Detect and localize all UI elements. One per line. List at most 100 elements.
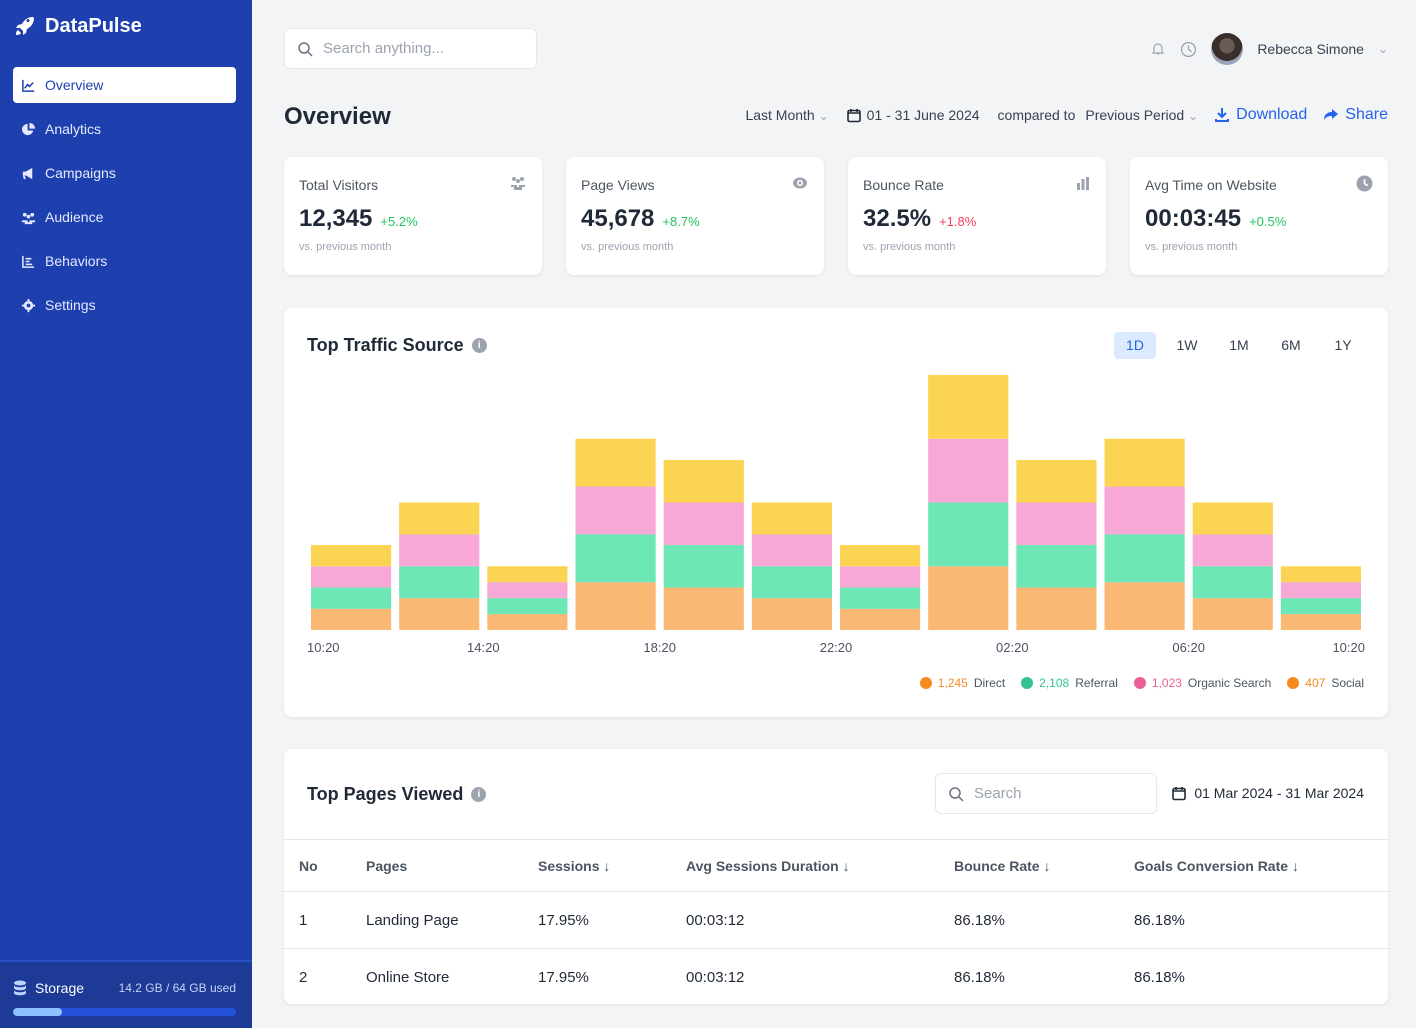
sidebar-item-campaigns[interactable]: Campaigns bbox=[13, 155, 236, 191]
kpi-subtext: vs. previous month bbox=[581, 241, 674, 253]
bar-segment-direct[interactable] bbox=[928, 566, 1009, 630]
legend-item-direct[interactable]: 1,245 Direct bbox=[919, 676, 1005, 690]
sidebar-item-label: Settings bbox=[45, 297, 96, 313]
bar-segment-direct[interactable] bbox=[663, 587, 744, 631]
bar-segment-referral[interactable] bbox=[663, 545, 744, 588]
user-avatar[interactable] bbox=[1211, 33, 1244, 65]
legend-item-referral[interactable]: 2,108 Referral bbox=[1021, 676, 1118, 690]
col-pages[interactable]: Pages bbox=[366, 839, 538, 892]
user-name[interactable]: Rebecca Simone bbox=[1257, 41, 1364, 57]
bar-segment-direct[interactable] bbox=[1280, 614, 1361, 630]
bar-segment-referral[interactable] bbox=[928, 502, 1009, 567]
bar-segment-organic-search[interactable] bbox=[840, 566, 921, 588]
storage-label: Storage bbox=[35, 980, 85, 996]
bar-segment-organic-search[interactable] bbox=[311, 566, 392, 588]
chevron-down-icon[interactable]: ⌄ bbox=[1378, 42, 1388, 56]
bar-segment-organic-search[interactable] bbox=[487, 582, 568, 599]
bar-segment-organic-search[interactable] bbox=[399, 534, 480, 567]
range-tab-1m[interactable]: 1M bbox=[1218, 332, 1260, 359]
legend-value: 2,108 bbox=[1039, 676, 1070, 690]
bar-segment-organic-search[interactable] bbox=[1016, 502, 1097, 546]
col-bounce-rate[interactable]: Bounce Rate ↓ bbox=[954, 839, 1134, 892]
bar-segment-referral[interactable] bbox=[840, 587, 921, 609]
kpi-value: 32.5% bbox=[863, 205, 932, 232]
range-tab-6m[interactable]: 6M bbox=[1270, 332, 1312, 359]
bar-segment-direct[interactable] bbox=[487, 614, 568, 630]
global-search-input[interactable] bbox=[323, 40, 513, 57]
bar-segment-social[interactable] bbox=[928, 375, 1009, 439]
bar-segment-referral[interactable] bbox=[1016, 545, 1097, 588]
bar-segment-social[interactable] bbox=[399, 502, 480, 535]
global-search[interactable] bbox=[284, 28, 537, 69]
date-range-picker[interactable]: 01 - 31 June 2024 bbox=[846, 107, 980, 123]
col-goals-conversion[interactable]: Goals Conversion Rate ↓ bbox=[1134, 839, 1388, 892]
col-sessions[interactable]: Sessions ↓ bbox=[538, 839, 686, 892]
bar-segment-direct[interactable] bbox=[1192, 598, 1273, 630]
kpi-delta: +1.8% bbox=[939, 214, 977, 229]
col-avg-duration[interactable]: Avg Sessions Duration ↓ bbox=[686, 839, 954, 892]
bar-segment-direct[interactable] bbox=[840, 608, 921, 630]
bar-segment-referral[interactable] bbox=[1280, 598, 1361, 615]
bar-segment-social[interactable] bbox=[1016, 460, 1097, 503]
bar-segment-organic-search[interactable] bbox=[1192, 534, 1273, 567]
bar-segment-referral[interactable] bbox=[1104, 534, 1185, 583]
cell-bounce-rate: 86.18% bbox=[954, 891, 1134, 949]
bar-segment-direct[interactable] bbox=[311, 608, 392, 630]
kpi-card-avg-time: Avg Time on Website 00:03:45 +0.5% vs. pr… bbox=[1130, 157, 1388, 275]
app-logo[interactable]: DataPulse bbox=[13, 14, 142, 38]
bar-segment-social[interactable] bbox=[751, 502, 832, 535]
x-tick-label: 22:20 bbox=[820, 640, 853, 655]
bar-segment-direct[interactable] bbox=[575, 582, 656, 630]
bar-segment-organic-search[interactable] bbox=[575, 486, 656, 535]
bar-segment-social[interactable] bbox=[575, 438, 656, 487]
bar-segment-social[interactable] bbox=[1104, 438, 1185, 487]
table-row[interactable]: 2 Online Store 17.95% 00:03:12 86.18% 86… bbox=[284, 949, 1388, 1006]
sidebar-item-behaviors[interactable]: Behaviors bbox=[13, 243, 236, 279]
bar-segment-organic-search[interactable] bbox=[1280, 582, 1361, 599]
bar-segment-organic-search[interactable] bbox=[1104, 486, 1185, 535]
bar-segment-referral[interactable] bbox=[487, 598, 568, 615]
bar-segment-organic-search[interactable] bbox=[663, 502, 744, 546]
range-tab-1y[interactable]: 1Y bbox=[1322, 332, 1364, 359]
bar-segment-direct[interactable] bbox=[1016, 587, 1097, 631]
sidebar-item-settings[interactable]: Settings bbox=[13, 287, 236, 323]
range-tab-1w[interactable]: 1W bbox=[1166, 332, 1208, 359]
range-tab-1d[interactable]: 1D bbox=[1114, 332, 1156, 359]
table-row[interactable]: 1 Landing Page 17.95% 00:03:12 86.18% 86… bbox=[284, 891, 1388, 949]
period-select[interactable]: Last Month ⌄ bbox=[745, 107, 828, 123]
bar-segment-organic-search[interactable] bbox=[751, 534, 832, 567]
database-icon bbox=[14, 980, 26, 996]
table-date-range[interactable]: 01 Mar 2024 - 31 Mar 2024 bbox=[1172, 785, 1364, 801]
bar-segment-referral[interactable] bbox=[1192, 566, 1273, 599]
bar-segment-social[interactable] bbox=[840, 545, 921, 567]
col-no[interactable]: No bbox=[284, 839, 366, 892]
sidebar-item-analytics[interactable]: Analytics bbox=[13, 111, 236, 147]
clock-icon[interactable] bbox=[1180, 41, 1197, 58]
bar-segment-organic-search[interactable] bbox=[928, 438, 1009, 503]
bar-segment-referral[interactable] bbox=[399, 566, 480, 599]
legend-item-social[interactable]: 407 Social bbox=[1287, 676, 1364, 690]
table-search[interactable] bbox=[935, 773, 1157, 814]
bar-segment-referral[interactable] bbox=[575, 534, 656, 583]
bar-segment-social[interactable] bbox=[663, 460, 744, 503]
table-search-input[interactable] bbox=[974, 785, 1134, 802]
bar-segment-referral[interactable] bbox=[311, 587, 392, 609]
bar-segment-social[interactable] bbox=[1192, 502, 1273, 535]
bar-segment-social[interactable] bbox=[1280, 566, 1361, 583]
bar-segment-social[interactable] bbox=[487, 566, 568, 583]
share-button[interactable]: Share bbox=[1323, 106, 1388, 124]
info-icon[interactable]: i bbox=[471, 338, 487, 353]
compare-period-select[interactable]: Previous Period ⌄ bbox=[1085, 107, 1198, 123]
bar-segment-direct[interactable] bbox=[1104, 582, 1185, 630]
bar-segment-social[interactable] bbox=[311, 545, 392, 567]
bar-segment-direct[interactable] bbox=[399, 598, 480, 630]
gear-icon bbox=[21, 298, 36, 312]
bar-segment-referral[interactable] bbox=[751, 566, 832, 599]
bell-icon[interactable] bbox=[1150, 41, 1166, 57]
bar-segment-direct[interactable] bbox=[751, 598, 832, 630]
sidebar-item-audience[interactable]: Audience bbox=[13, 199, 236, 235]
sidebar-item-overview[interactable]: Overview bbox=[13, 67, 236, 103]
legend-item-organic-search[interactable]: 1,023 Organic Search bbox=[1133, 676, 1271, 690]
info-icon[interactable]: i bbox=[471, 787, 487, 802]
download-button[interactable]: Download bbox=[1214, 106, 1307, 124]
